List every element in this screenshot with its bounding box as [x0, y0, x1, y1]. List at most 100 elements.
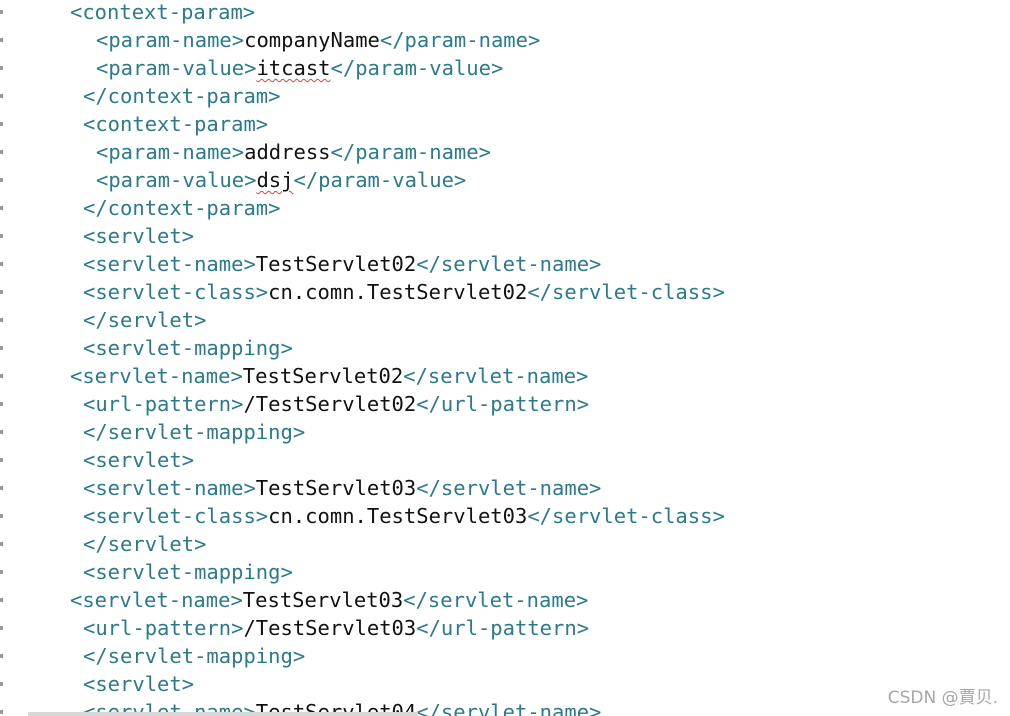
code-line[interactable]: <servlet-mapping>	[83, 334, 293, 362]
xml-tag-token: </servlet-class>	[527, 504, 725, 528]
gutter-line-marker	[0, 682, 3, 686]
watermark-text: CSDN @賈贝.	[887, 688, 998, 708]
code-line[interactable]: <servlet-name>TestServlet03</servlet-nam…	[70, 586, 588, 614]
gutter-line-marker	[0, 66, 3, 70]
text-value-token: TestServlet02	[242, 364, 404, 388]
xml-tag-token: </param-name>	[330, 140, 491, 164]
gutter-line-marker	[0, 598, 3, 602]
xml-tag-token: </url-pattern>	[416, 616, 590, 640]
xml-tag-token: <servlet-mapping>	[83, 336, 293, 360]
xml-tag-token: </servlet-name>	[416, 476, 602, 500]
code-line[interactable]: <param-value>itcast</param-value>	[96, 54, 503, 82]
text-value-token: cn.comn.TestServlet03	[268, 504, 528, 528]
xml-tag-token: <servlet-mapping>	[83, 560, 293, 584]
xml-tag-token: <param-value>	[96, 56, 257, 80]
code-line[interactable]: </servlet>	[83, 306, 206, 334]
xml-tag-token: <param-name>	[96, 140, 245, 164]
gutter-line-marker	[0, 458, 3, 462]
gutter-line-marker	[0, 290, 3, 294]
code-line[interactable]: </servlet-mapping>	[83, 642, 305, 670]
xml-tag-token: </servlet-name>	[416, 700, 602, 716]
xml-tag-token: </servlet-class>	[527, 280, 725, 304]
code-line[interactable]: <url-pattern>/TestServlet02</url-pattern…	[83, 390, 589, 418]
gutter-line-marker	[0, 178, 3, 182]
xml-tag-token: <servlet>	[83, 224, 195, 248]
gutter-line-marker	[0, 374, 3, 378]
gutter-line-marker	[0, 486, 3, 490]
gutter-line-marker	[0, 514, 3, 518]
code-line[interactable]: <servlet>	[83, 222, 194, 250]
text-value-token: TestServlet02	[255, 252, 417, 276]
code-line[interactable]: <param-name>companyName</param-name>	[96, 26, 540, 54]
gutter-line-marker	[0, 430, 3, 434]
gutter-line-marker	[0, 626, 3, 630]
text-value-token: companyName	[244, 28, 380, 52]
xml-tag-token: <servlet-class>	[83, 504, 269, 528]
text-value-token: TestServlet03	[255, 476, 417, 500]
xml-tag-token: </context-param>	[83, 84, 281, 108]
gutter-line-marker	[0, 262, 3, 266]
xml-tag-token: <servlet>	[83, 672, 195, 696]
xml-tag-token: </servlet-name>	[416, 252, 602, 276]
gutter-line-marker	[0, 542, 3, 546]
text-value-token: TestServlet03	[242, 588, 404, 612]
horizontal-scrollbar[interactable]	[28, 712, 418, 716]
gutter-line-marker	[0, 94, 3, 98]
gutter-line-marker	[0, 206, 3, 210]
xml-tag-token: <context-param>	[70, 0, 256, 24]
xml-tag-token: <servlet-name>	[83, 476, 256, 500]
gutter-line-marker	[0, 346, 3, 350]
xml-tag-token: <servlet>	[83, 448, 195, 472]
xml-tag-token: </servlet>	[83, 532, 207, 556]
code-line[interactable]: <param-value>dsj</param-value>	[96, 166, 466, 194]
code-line[interactable]: </context-param>	[83, 194, 280, 222]
text-value-token: /TestServlet03	[243, 616, 417, 640]
xml-tag-token: </param-name>	[379, 28, 541, 52]
code-line[interactable]: </context-param>	[83, 82, 280, 110]
xml-tag-token: </param-value>	[293, 168, 467, 192]
xml-tag-token: <servlet-name>	[70, 364, 243, 388]
code-line[interactable]: <context-param>	[83, 110, 268, 138]
xml-tag-token: <servlet-name>	[83, 252, 256, 276]
xml-tag-token: </servlet-mapping>	[83, 644, 306, 668]
xml-tag-token: <url-pattern>	[83, 392, 244, 416]
xml-tag-token: </servlet>	[83, 308, 207, 332]
text-value-token: address	[244, 140, 331, 164]
code-line[interactable]: <servlet>	[83, 670, 194, 698]
gutter-line-marker	[0, 318, 3, 322]
xml-tag-token: </servlet-name>	[403, 588, 589, 612]
gutter-line-marker	[0, 234, 3, 238]
xml-tag-token: <servlet-name>	[70, 588, 243, 612]
code-line[interactable]: <servlet>	[83, 446, 194, 474]
code-line[interactable]: <servlet-class>cn.comn.TestServlet03</se…	[83, 502, 725, 530]
xml-tag-token: </param-value>	[330, 56, 504, 80]
text-value-token: cn.comn.TestServlet02	[268, 280, 528, 304]
misspelled-text-token: dsj	[256, 168, 294, 192]
code-line[interactable]: <servlet-mapping>	[83, 558, 293, 586]
code-line[interactable]: <param-name>address</param-name>	[96, 138, 491, 166]
gutter-line-marker	[0, 402, 3, 406]
gutter-line-marker	[0, 150, 3, 154]
xml-tag-token: <param-value>	[96, 168, 257, 192]
gutter-line-marker	[0, 570, 3, 574]
code-line[interactable]: <servlet-name>TestServlet02</servlet-nam…	[70, 362, 588, 390]
code-line[interactable]: <servlet-name>TestServlet02</servlet-nam…	[83, 250, 601, 278]
code-line[interactable]: <url-pattern>/TestServlet03</url-pattern…	[83, 614, 589, 642]
code-line[interactable]: <servlet-class>cn.comn.TestServlet02</se…	[83, 278, 725, 306]
misspelled-text-token: itcast	[256, 56, 331, 80]
xml-tag-token: </servlet-mapping>	[83, 420, 306, 444]
xml-tag-token: <param-name>	[96, 28, 245, 52]
xml-tag-token: </servlet-name>	[403, 364, 589, 388]
editor-gutter	[0, 0, 6, 716]
code-line[interactable]: <servlet-name>TestServlet03</servlet-nam…	[83, 474, 601, 502]
gutter-line-marker	[0, 38, 3, 42]
code-line[interactable]: </servlet>	[83, 530, 206, 558]
gutter-line-marker	[0, 654, 3, 658]
xml-tag-token: </url-pattern>	[416, 392, 590, 416]
xml-tag-token: <servlet-class>	[83, 280, 269, 304]
code-line[interactable]: <context-param>	[70, 0, 255, 26]
code-line[interactable]: </servlet-mapping>	[83, 418, 305, 446]
gutter-line-marker	[0, 10, 3, 14]
code-editor[interactable]: <context-param> <param-name>companyName</…	[0, 0, 1010, 716]
xml-tag-token: <context-param>	[83, 112, 269, 136]
